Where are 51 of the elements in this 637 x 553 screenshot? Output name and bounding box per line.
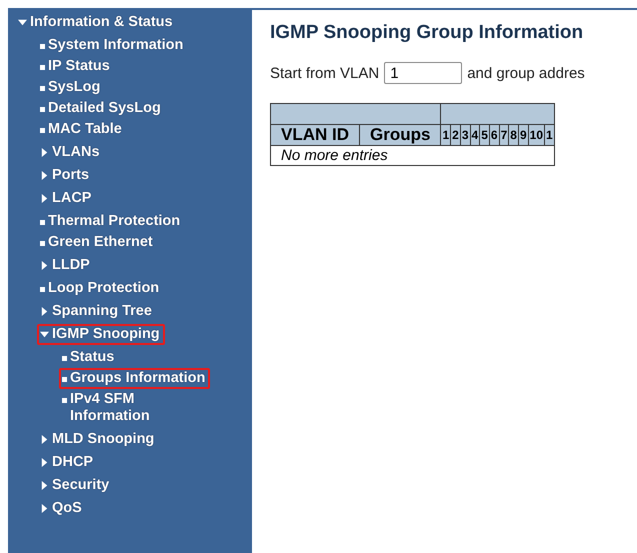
nav-item[interactable]: IPv4 SFM Information (59, 389, 217, 427)
nav-item[interactable]: IGMP Snooping (37, 324, 165, 345)
caret-down-icon (40, 330, 49, 339)
nav-item[interactable]: Security (37, 475, 114, 496)
caret-right-icon (40, 481, 49, 490)
nav-item[interactable]: IP Status (37, 56, 115, 77)
nav-item[interactable]: SysLog (37, 77, 106, 98)
nav-item[interactable]: Status (59, 347, 120, 368)
nav-item[interactable]: LACP (37, 188, 96, 209)
bullet-icon (62, 398, 67, 403)
bullet-icon (40, 44, 45, 49)
nav-item[interactable]: Green Ethernet (37, 232, 158, 253)
bullet-icon (40, 107, 45, 112)
caret-right-icon (40, 171, 49, 180)
bullet-icon (40, 86, 45, 91)
nav-item[interactable]: MAC Table (37, 119, 127, 140)
bullet-icon (62, 377, 67, 382)
caret-right-icon (40, 458, 49, 467)
caret-down-icon (18, 18, 27, 27)
bullet-icon (40, 128, 45, 133)
caret-right-icon (40, 307, 49, 316)
caret-right-icon (40, 435, 49, 444)
nav-item[interactable]: Information & Status (15, 12, 178, 33)
nav-item[interactable]: Loop Protection (37, 278, 164, 299)
nav-item[interactable]: LLDP (37, 255, 95, 276)
column-header: VLAN ID (270, 124, 360, 146)
nav-item[interactable]: Spanning Tree (37, 301, 157, 322)
nav-item[interactable]: QoS (37, 498, 87, 519)
nav-item[interactable]: Ports (37, 165, 94, 186)
bullet-icon (40, 287, 45, 292)
nav-item[interactable]: Thermal Protection (37, 211, 186, 232)
caret-right-icon (40, 148, 49, 157)
column-header: Groups (360, 124, 441, 146)
nav-item[interactable]: System Information (37, 35, 188, 56)
filter-label: Start from VLAN (270, 64, 380, 82)
caret-right-icon (40, 504, 49, 513)
filter-text: and group addres (467, 64, 585, 82)
nav-item[interactable]: Groups Information (59, 368, 210, 389)
bullet-icon (40, 65, 45, 70)
nav-item[interactable]: Detailed SysLog (37, 98, 166, 119)
bullet-icon (40, 241, 45, 246)
nav-item[interactable]: MLD Snooping (37, 429, 160, 450)
caret-right-icon (40, 194, 49, 203)
page-title: IGMP Snooping Group Information (270, 22, 584, 44)
caret-right-icon (40, 261, 49, 270)
vlan-input[interactable]: 1 (384, 62, 462, 84)
bullet-icon (40, 220, 45, 225)
empty-message: No more entries (270, 146, 554, 166)
bullet-icon (62, 356, 67, 361)
nav-item[interactable]: VLANs (37, 142, 105, 163)
nav-item[interactable]: DHCP (37, 452, 98, 473)
